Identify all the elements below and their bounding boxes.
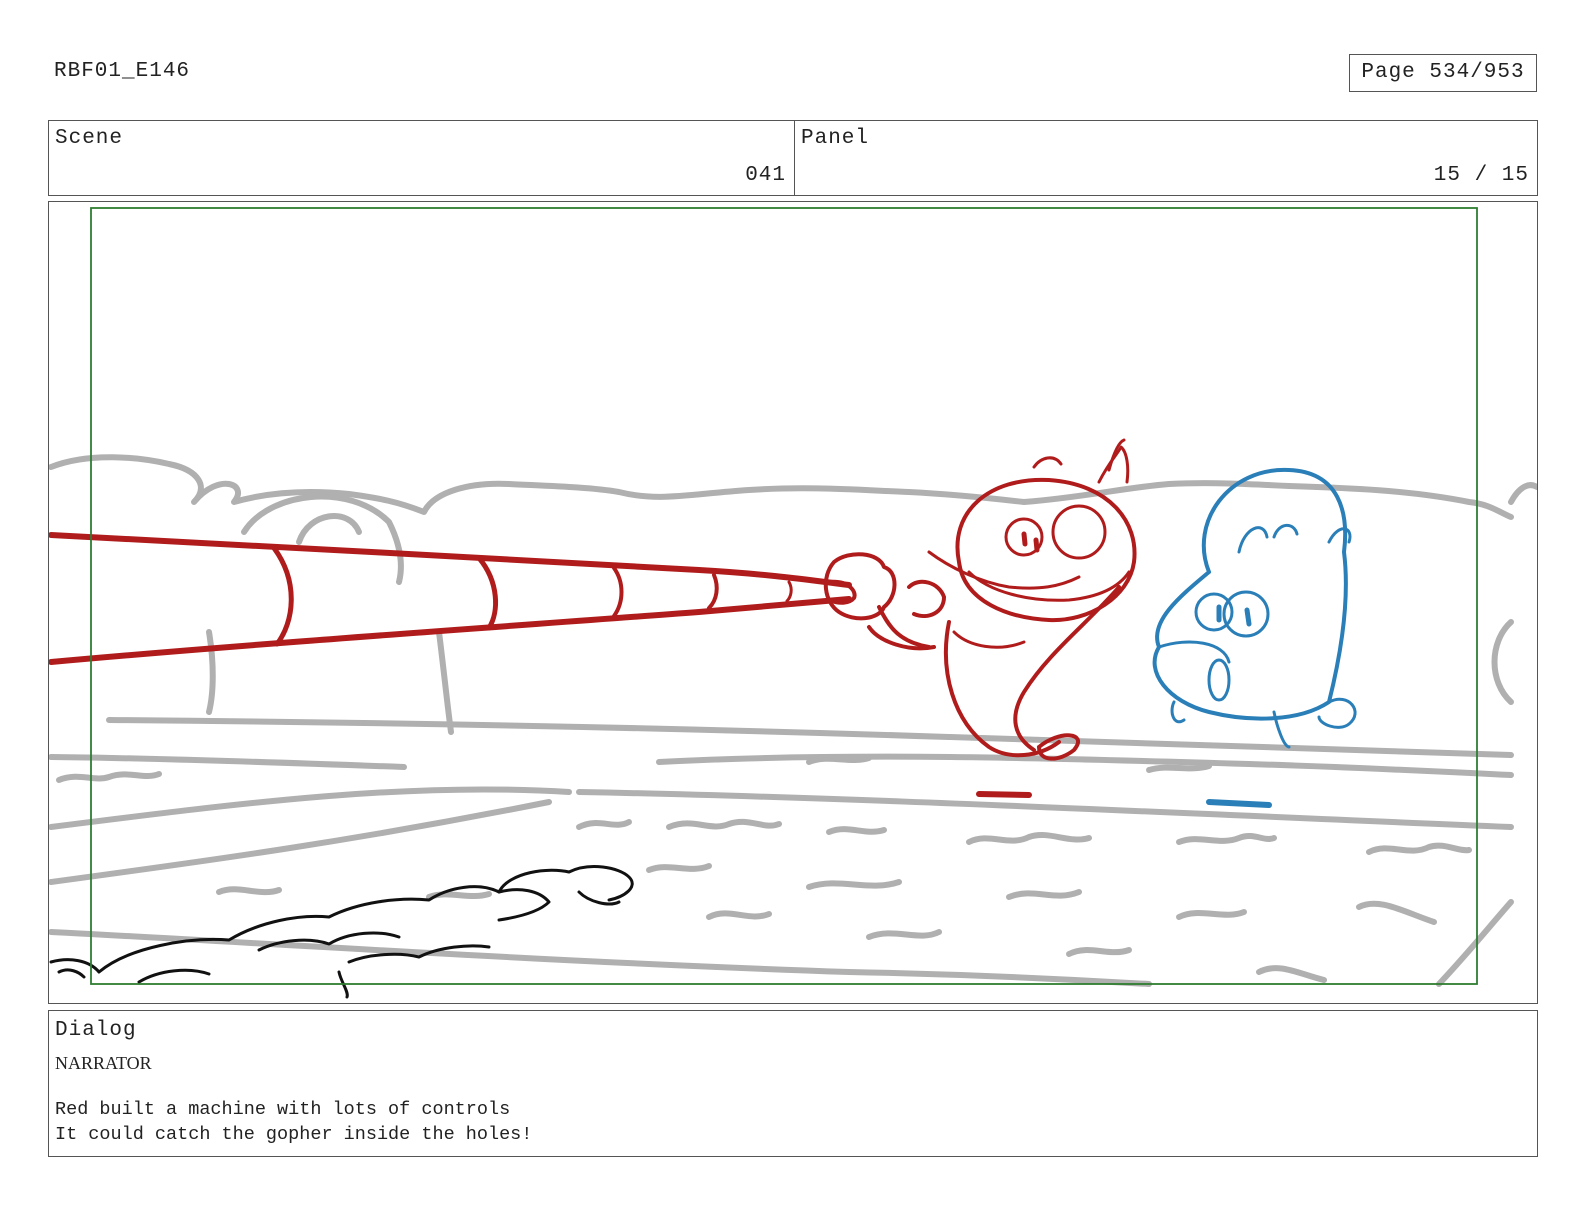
grass-2: [576, 819, 632, 830]
grass-7: [1366, 842, 1472, 855]
background-sketch: [49, 454, 1537, 987]
grass-1: [56, 771, 162, 783]
dirt-mound: [49, 865, 634, 999]
storyboard-frame: [48, 201, 1538, 1004]
blue-gopher: [1152, 467, 1357, 808]
path-left-2: [49, 799, 552, 885]
telescope-ring-2: [476, 555, 499, 631]
grass-17: [1356, 900, 1437, 925]
dialog-line: It could catch the gopher inside the hol…: [55, 1124, 533, 1145]
collar: [952, 630, 1026, 649]
grass-15: [1066, 947, 1132, 957]
dialog-text: Red built a machine with lots of control…: [55, 1097, 532, 1147]
dialog-speaker: NARRATOR: [55, 1053, 152, 1073]
gopher-tuft-2: [1272, 523, 1299, 539]
grass-11: [216, 886, 282, 896]
edge-bush-right: [1491, 619, 1514, 705]
grass-8: [646, 863, 712, 873]
grass-9: [806, 879, 902, 890]
far-bush-right: [1508, 482, 1537, 505]
scene-number: 041: [745, 164, 786, 187]
grass-19: [806, 755, 872, 765]
telescope-ring-4: [707, 573, 719, 610]
gopher-body: [1152, 467, 1348, 721]
mouth: [927, 550, 1081, 590]
grass-6: [1176, 833, 1277, 845]
eye-right: [1051, 504, 1107, 560]
grass-18: [1256, 965, 1327, 983]
tire-inner: [296, 513, 362, 545]
scene-label: Scene: [55, 127, 124, 150]
grass-5: [966, 831, 1092, 845]
gopher-pupil-right: [1244, 607, 1252, 627]
ear: [1097, 445, 1130, 484]
dialog-line: Red built a machine with lots of control…: [55, 1099, 511, 1120]
gopher-leg-left: [1170, 700, 1186, 724]
gopher-tuft: [1237, 526, 1269, 554]
pupil-left: [1021, 531, 1028, 547]
dialog-box: Dialog NARRATOR Red built a machine with…: [48, 1010, 1538, 1157]
telescope-ring-5: [785, 580, 793, 603]
shadow-blue: [1206, 799, 1272, 808]
post-left: [206, 629, 216, 715]
path-right-1: [656, 753, 1514, 778]
pupil-right: [1033, 537, 1040, 553]
grass-20: [1146, 763, 1212, 773]
path-left-1: [49, 786, 572, 830]
red-character: [49, 438, 1137, 798]
scene-panel-bar: Scene 041 Panel 15 / 15: [48, 120, 1538, 196]
panel-cell: Panel 15 / 15: [795, 121, 1537, 195]
panel-label: Panel: [801, 127, 870, 150]
grass-10: [1006, 889, 1082, 900]
path-right-2: [576, 789, 1514, 830]
panel-number: 15 / 15: [1433, 164, 1529, 187]
fist: [907, 579, 946, 618]
bottom-right-diagonal: [1436, 899, 1514, 987]
post-right: [436, 629, 454, 735]
tire-swing: [241, 493, 404, 585]
grass-14: [866, 929, 942, 940]
far-ground-line: [106, 717, 1514, 758]
telescope-top-edge: [49, 532, 852, 588]
telescope-bottom-edge: [49, 596, 852, 665]
body-back: [1013, 585, 1121, 752]
grass-13: [706, 910, 772, 920]
page-counter: Page 534/953: [1349, 54, 1537, 92]
hair-tuft: [1032, 456, 1063, 469]
gopher-mouth: [1207, 658, 1231, 702]
shadow-red: [976, 791, 1032, 798]
telescope-ring-3: [612, 566, 624, 618]
grass-3: [666, 818, 782, 830]
safe-frame: [90, 207, 1478, 985]
grass-4: [826, 826, 887, 835]
grass-16: [1176, 909, 1247, 920]
project-code: RBF01_E146: [54, 60, 191, 83]
dialog-label: Dialog: [55, 1019, 137, 1042]
scene-cell: Scene 041: [49, 121, 795, 195]
storyboard-drawing: [49, 207, 1537, 999]
near-edge-line: [49, 754, 407, 770]
telescope-ring-1: [271, 545, 294, 647]
